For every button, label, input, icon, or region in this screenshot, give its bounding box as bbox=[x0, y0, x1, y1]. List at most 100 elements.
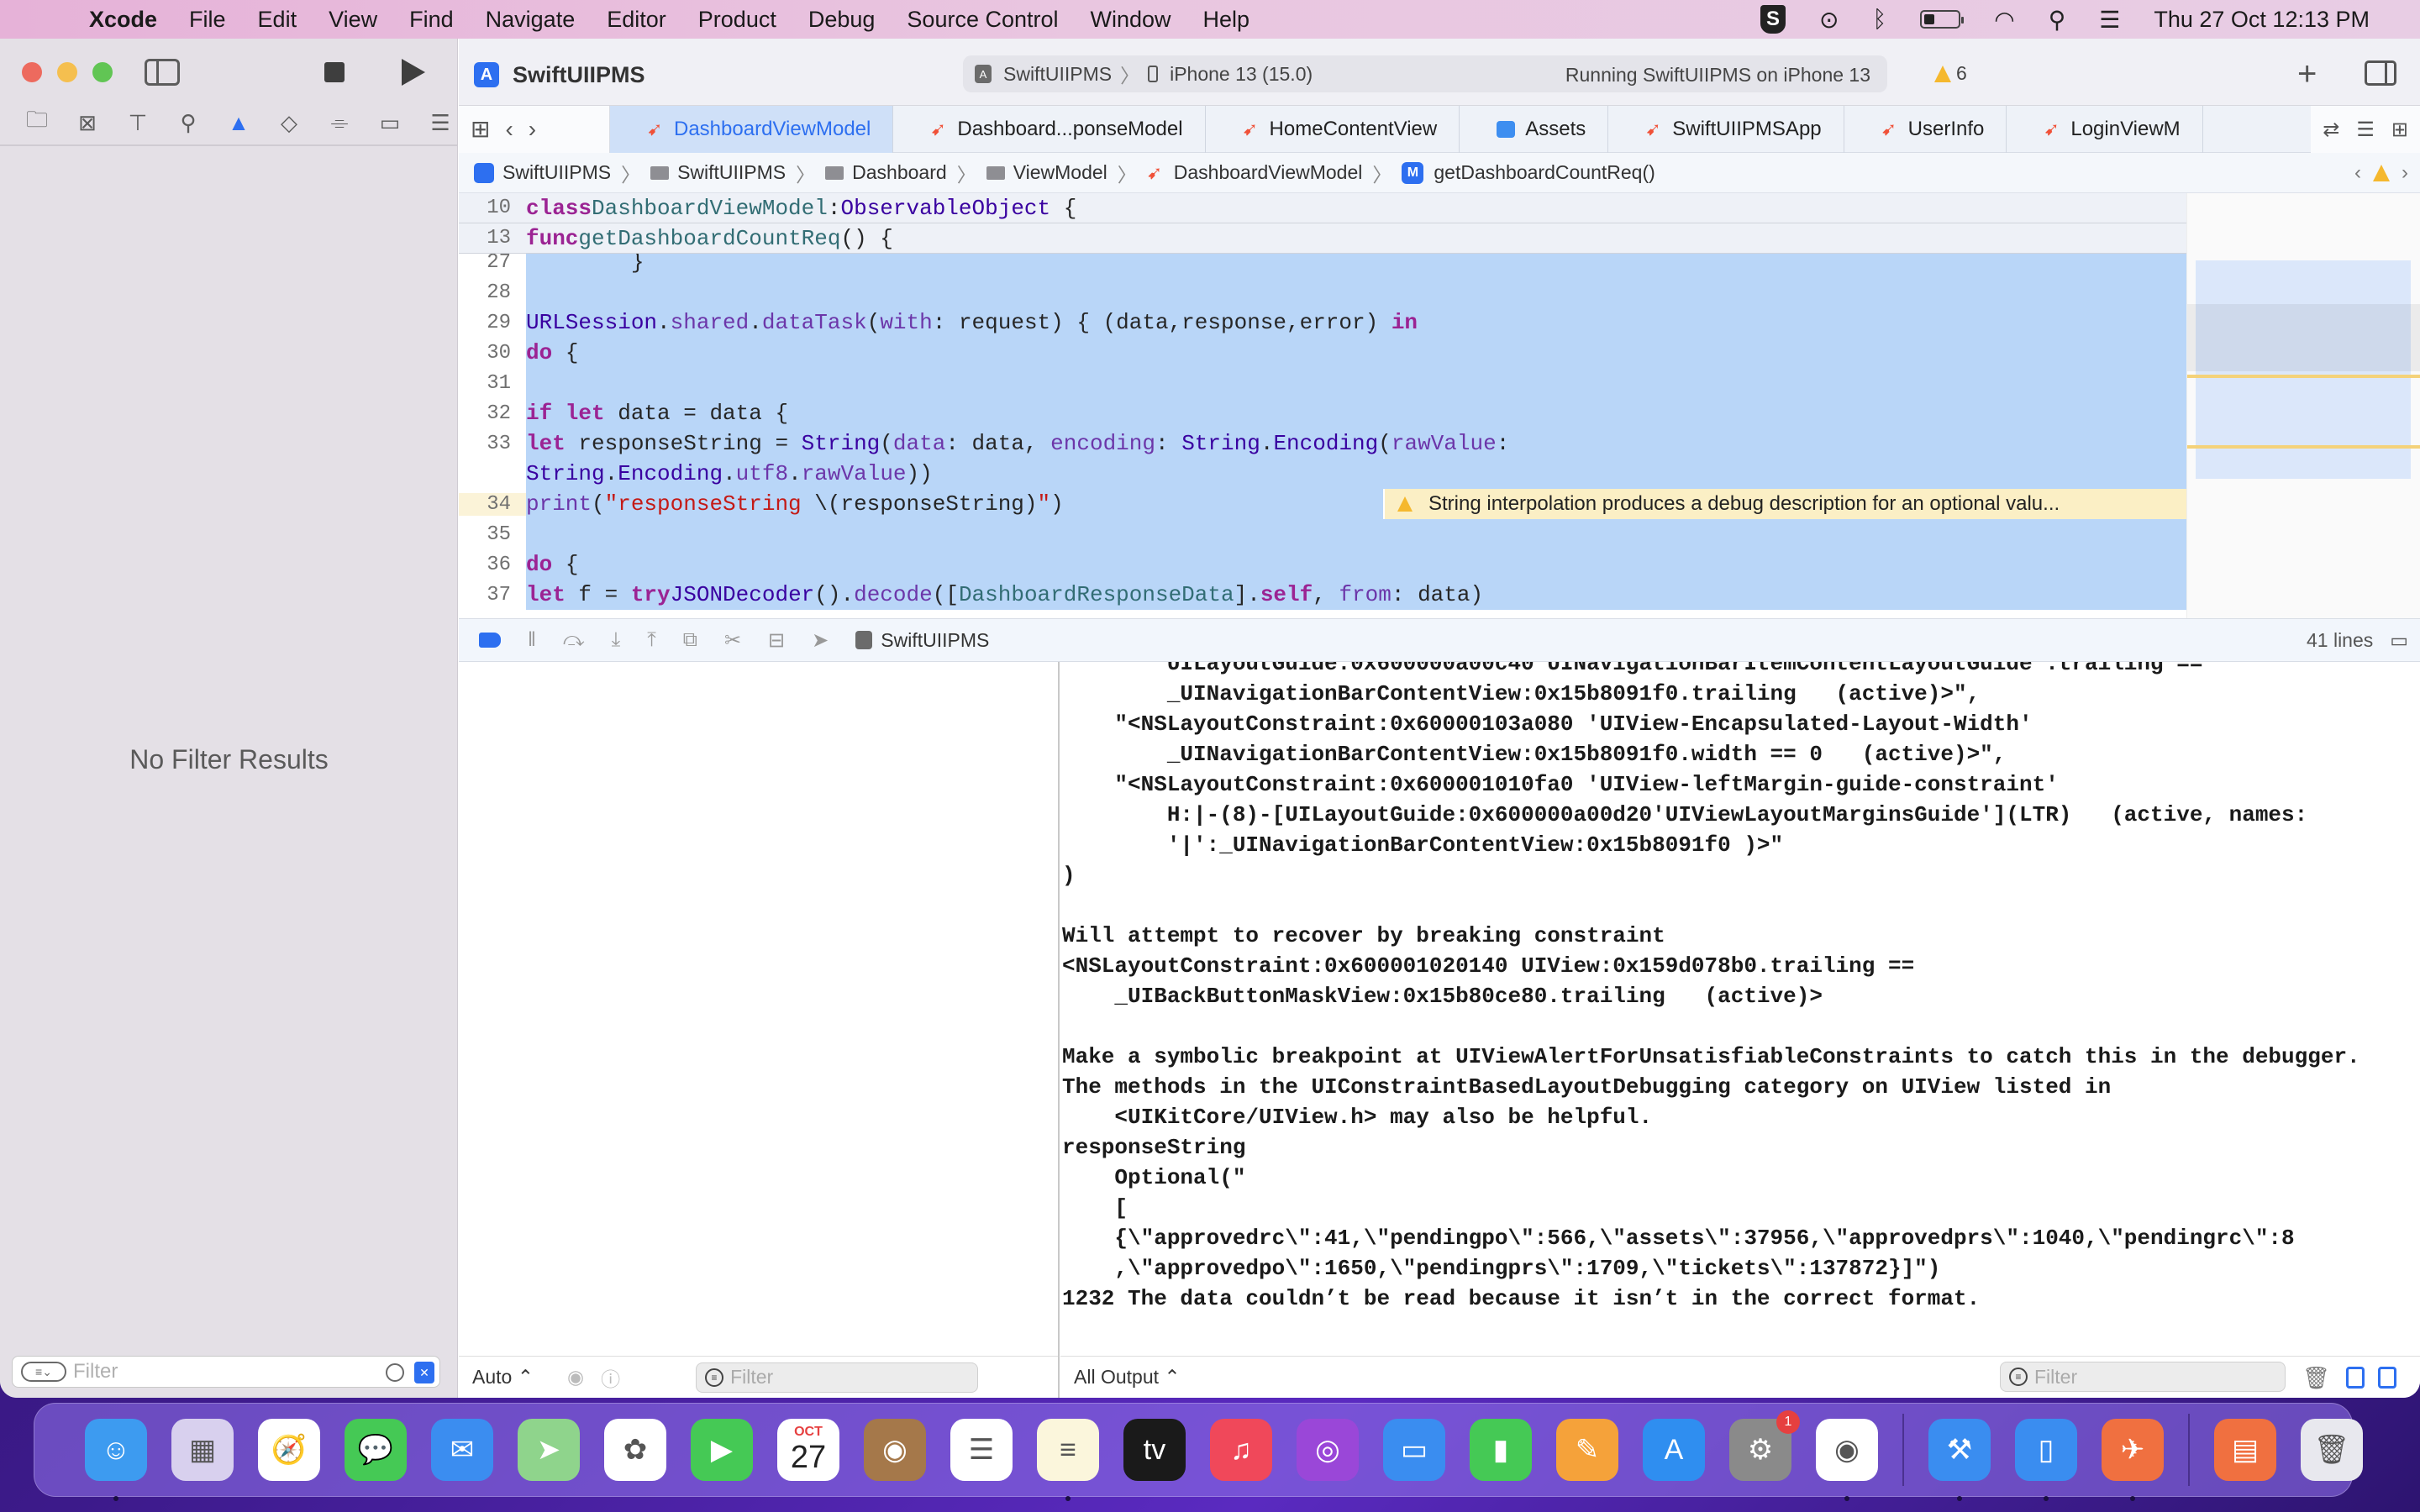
control-center-icon[interactable]: ☰ bbox=[2099, 6, 2120, 34]
menu-window[interactable]: Window bbox=[1091, 7, 1171, 33]
dock-launchpad-icon[interactable]: ▦ bbox=[171, 1419, 234, 1481]
tab-home-content-view[interactable]: ➹ HomeContentView bbox=[1206, 105, 1460, 153]
menu-source-control[interactable]: Source Control bbox=[907, 7, 1058, 33]
scheme-selector[interactable]: SwiftUIIPMS bbox=[1003, 63, 1112, 86]
breakpoints-toggle-icon[interactable] bbox=[479, 633, 501, 648]
dock-simulator-icon[interactable]: ▯ bbox=[2015, 1419, 2077, 1501]
tab-user-info[interactable]: ➹ UserInfo bbox=[1844, 105, 2007, 153]
code-line-36[interactable]: 36 do { bbox=[459, 549, 2186, 580]
menu-navigate[interactable]: Navigate bbox=[486, 7, 576, 33]
breadcrumb-group-dashboard[interactable]: Dashboard 〉 bbox=[825, 159, 986, 187]
project-navigator-icon[interactable]: 🗀 bbox=[12, 106, 62, 139]
zoom-window-button[interactable] bbox=[92, 62, 113, 82]
step-out-icon[interactable]: ⤒ bbox=[647, 628, 656, 652]
tab-dashboard-response-model[interactable]: ➹ Dashboard...ponseModel bbox=[893, 105, 1206, 153]
editor-options-icon[interactable]: ☰ bbox=[2356, 118, 2375, 142]
dock-xcode-icon[interactable]: ⚒ bbox=[1928, 1419, 1991, 1501]
dock-maps-icon[interactable]: ➤ bbox=[518, 1419, 580, 1481]
toggle-debug-area-icon[interactable]: ▭ bbox=[2390, 629, 2408, 652]
minimap[interactable] bbox=[2186, 193, 2420, 618]
toggle-navigator-icon[interactable] bbox=[145, 59, 180, 86]
code-line-33-wrap[interactable]: String. Encoding. utf8. rawValue)) bbox=[459, 459, 2186, 489]
bluetooth-icon[interactable]: ᛒ bbox=[1872, 6, 1886, 33]
forward-icon[interactable]: › bbox=[529, 116, 536, 143]
dock-trash-icon[interactable]: 🗑 bbox=[2301, 1419, 2363, 1481]
breadcrumb-file[interactable]: ➹ DashboardViewModel 〉 bbox=[1147, 159, 1402, 187]
symbol-navigator-icon[interactable]: ⊤ bbox=[113, 106, 163, 139]
step-over-icon[interactable]: ⤼ bbox=[563, 628, 585, 652]
tab-swiftuiipms-app[interactable]: ➹ SwiftUIIPMSApp bbox=[1608, 105, 1844, 153]
menu-editor[interactable]: Editor bbox=[607, 7, 666, 33]
quick-look-icon[interactable]: ◉ bbox=[567, 1366, 584, 1389]
step-into-icon[interactable]: ⤓ bbox=[612, 628, 621, 652]
dock-podcasts-icon[interactable]: ◎ bbox=[1297, 1419, 1359, 1481]
variables-filter-field[interactable]: ≡ Filter bbox=[696, 1362, 979, 1393]
dock-app-store-icon[interactable]: A bbox=[1643, 1419, 1705, 1481]
dock-notes-icon[interactable]: ≡ bbox=[1037, 1419, 1099, 1501]
dock-photos-icon[interactable]: ✿ bbox=[604, 1419, 666, 1481]
variables-scope-selector[interactable]: Auto ⌃ bbox=[472, 1366, 534, 1389]
add-editor-icon[interactable]: ⊞ bbox=[2391, 118, 2408, 142]
code-line-31[interactable]: 31 bbox=[459, 368, 2186, 398]
toggle-inspector-icon[interactable] bbox=[2365, 60, 2396, 86]
play-circle-icon[interactable]: ⊙ bbox=[1819, 6, 1839, 34]
test-navigator-icon[interactable]: ◇ bbox=[264, 106, 314, 139]
dock-mail-icon[interactable]: ✉ bbox=[431, 1419, 493, 1481]
filter-options-icon[interactable]: ≡⌄ bbox=[21, 1362, 66, 1382]
recent-files-icon[interactable] bbox=[386, 1363, 404, 1382]
dock-pages-icon[interactable]: ✎ bbox=[1556, 1419, 1618, 1481]
menu-find[interactable]: Find bbox=[409, 7, 454, 33]
console-output[interactable]: UILayoutGuide:0x600000a00c40'UINavigatio… bbox=[1060, 662, 2420, 1398]
issue-navigator-icon[interactable]: ▲ bbox=[213, 106, 264, 139]
menu-clock[interactable]: Thu 27 Oct 12:13 PM bbox=[2154, 7, 2370, 33]
tab-login-view-model[interactable]: ➹ LoginViewM bbox=[2007, 105, 2203, 153]
dock-numbers-icon[interactable]: ▮ bbox=[1470, 1419, 1532, 1481]
source-control-icon[interactable]: ⊠ bbox=[62, 106, 113, 139]
spotlight-search-icon[interactable]: ⚲ bbox=[2049, 6, 2066, 34]
memory-graph-icon[interactable]: ✂ bbox=[724, 628, 741, 653]
back-icon[interactable]: ‹ bbox=[505, 116, 513, 143]
pause-icon[interactable]: ‖ bbox=[528, 628, 536, 652]
dock-postman-icon[interactable]: ✈ bbox=[2102, 1419, 2164, 1501]
library-plus-button[interactable]: + bbox=[2297, 55, 2317, 93]
variables-view[interactable]: Auto ⌃ ◉ ⓘ ≡ Filter bbox=[459, 662, 1060, 1398]
close-window-button[interactable] bbox=[22, 62, 42, 82]
sticky-header-func[interactable]: 13 func getDashboardCountReq() { bbox=[459, 223, 2186, 254]
wifi-icon[interactable]: ◠ bbox=[1994, 6, 2014, 34]
code-line-28[interactable]: 28 bbox=[459, 277, 2186, 307]
dock-keynote-icon[interactable]: ▭ bbox=[1383, 1419, 1445, 1481]
code-line-32[interactable]: 32 if let data = data { bbox=[459, 398, 2186, 428]
menu-product[interactable]: Product bbox=[698, 7, 776, 33]
dock-calendar-icon[interactable]: OCT 27 bbox=[777, 1419, 839, 1481]
warning-icon[interactable] bbox=[2373, 165, 2390, 181]
show-variables-icon[interactable] bbox=[2346, 1367, 2365, 1389]
dock-messages-icon[interactable]: 💬 bbox=[345, 1419, 407, 1481]
dock-music-icon[interactable]: ♫ bbox=[1210, 1419, 1272, 1481]
dock-safari-icon[interactable]: 🧭 bbox=[258, 1419, 320, 1481]
source-editor[interactable]: 10 class DashboardViewModel: ObservableOb… bbox=[459, 193, 2186, 618]
stop-icon[interactable] bbox=[324, 62, 345, 82]
minimize-window-button[interactable] bbox=[57, 62, 77, 82]
previous-issue-icon[interactable]: ‹ bbox=[2354, 161, 2361, 185]
run-icon[interactable] bbox=[402, 59, 425, 86]
report-navigator-icon[interactable]: ☰ bbox=[415, 106, 466, 139]
menu-view[interactable]: View bbox=[329, 7, 377, 33]
dock-finder-icon[interactable]: ☺ bbox=[85, 1419, 147, 1501]
related-items-icon[interactable]: ⊞ bbox=[471, 115, 490, 143]
menu-app-name[interactable]: Xcode bbox=[89, 7, 157, 33]
breadcrumb-group-viewmodel[interactable]: ViewModel 〉 bbox=[986, 159, 1147, 187]
dock-tv-icon[interactable]: tv bbox=[1123, 1419, 1186, 1481]
debug-navigator-icon[interactable]: ⌯ bbox=[314, 106, 365, 139]
next-issue-icon[interactable]: › bbox=[2402, 161, 2408, 185]
dock-system-preferences-icon[interactable]: ⚙ 1 bbox=[1729, 1410, 1800, 1481]
navigator-filter-field[interactable]: ≡⌄ Filter ✕ bbox=[12, 1356, 440, 1388]
trash-icon[interactable]: 🗑 bbox=[2302, 1365, 2330, 1391]
console-filter-field[interactable]: ≡ Filter bbox=[2000, 1362, 2286, 1392]
environment-overrides-icon[interactable]: ⊟ bbox=[768, 628, 785, 653]
breadcrumb-method[interactable]: MgetDashboardCountReq() bbox=[1402, 161, 1655, 184]
tab-dashboard-view-model[interactable]: ➹ DashboardViewModel bbox=[610, 105, 894, 153]
breadcrumb-group-swiftuiipms[interactable]: SwiftUIIPMS 〉 bbox=[650, 159, 825, 187]
inline-warning-banner[interactable]: String interpolation produces a debug de… bbox=[1383, 489, 2186, 519]
breakpoint-navigator-icon[interactable]: ▭ bbox=[365, 106, 415, 139]
debug-process[interactable]: SwiftUIIPMS bbox=[855, 629, 989, 652]
